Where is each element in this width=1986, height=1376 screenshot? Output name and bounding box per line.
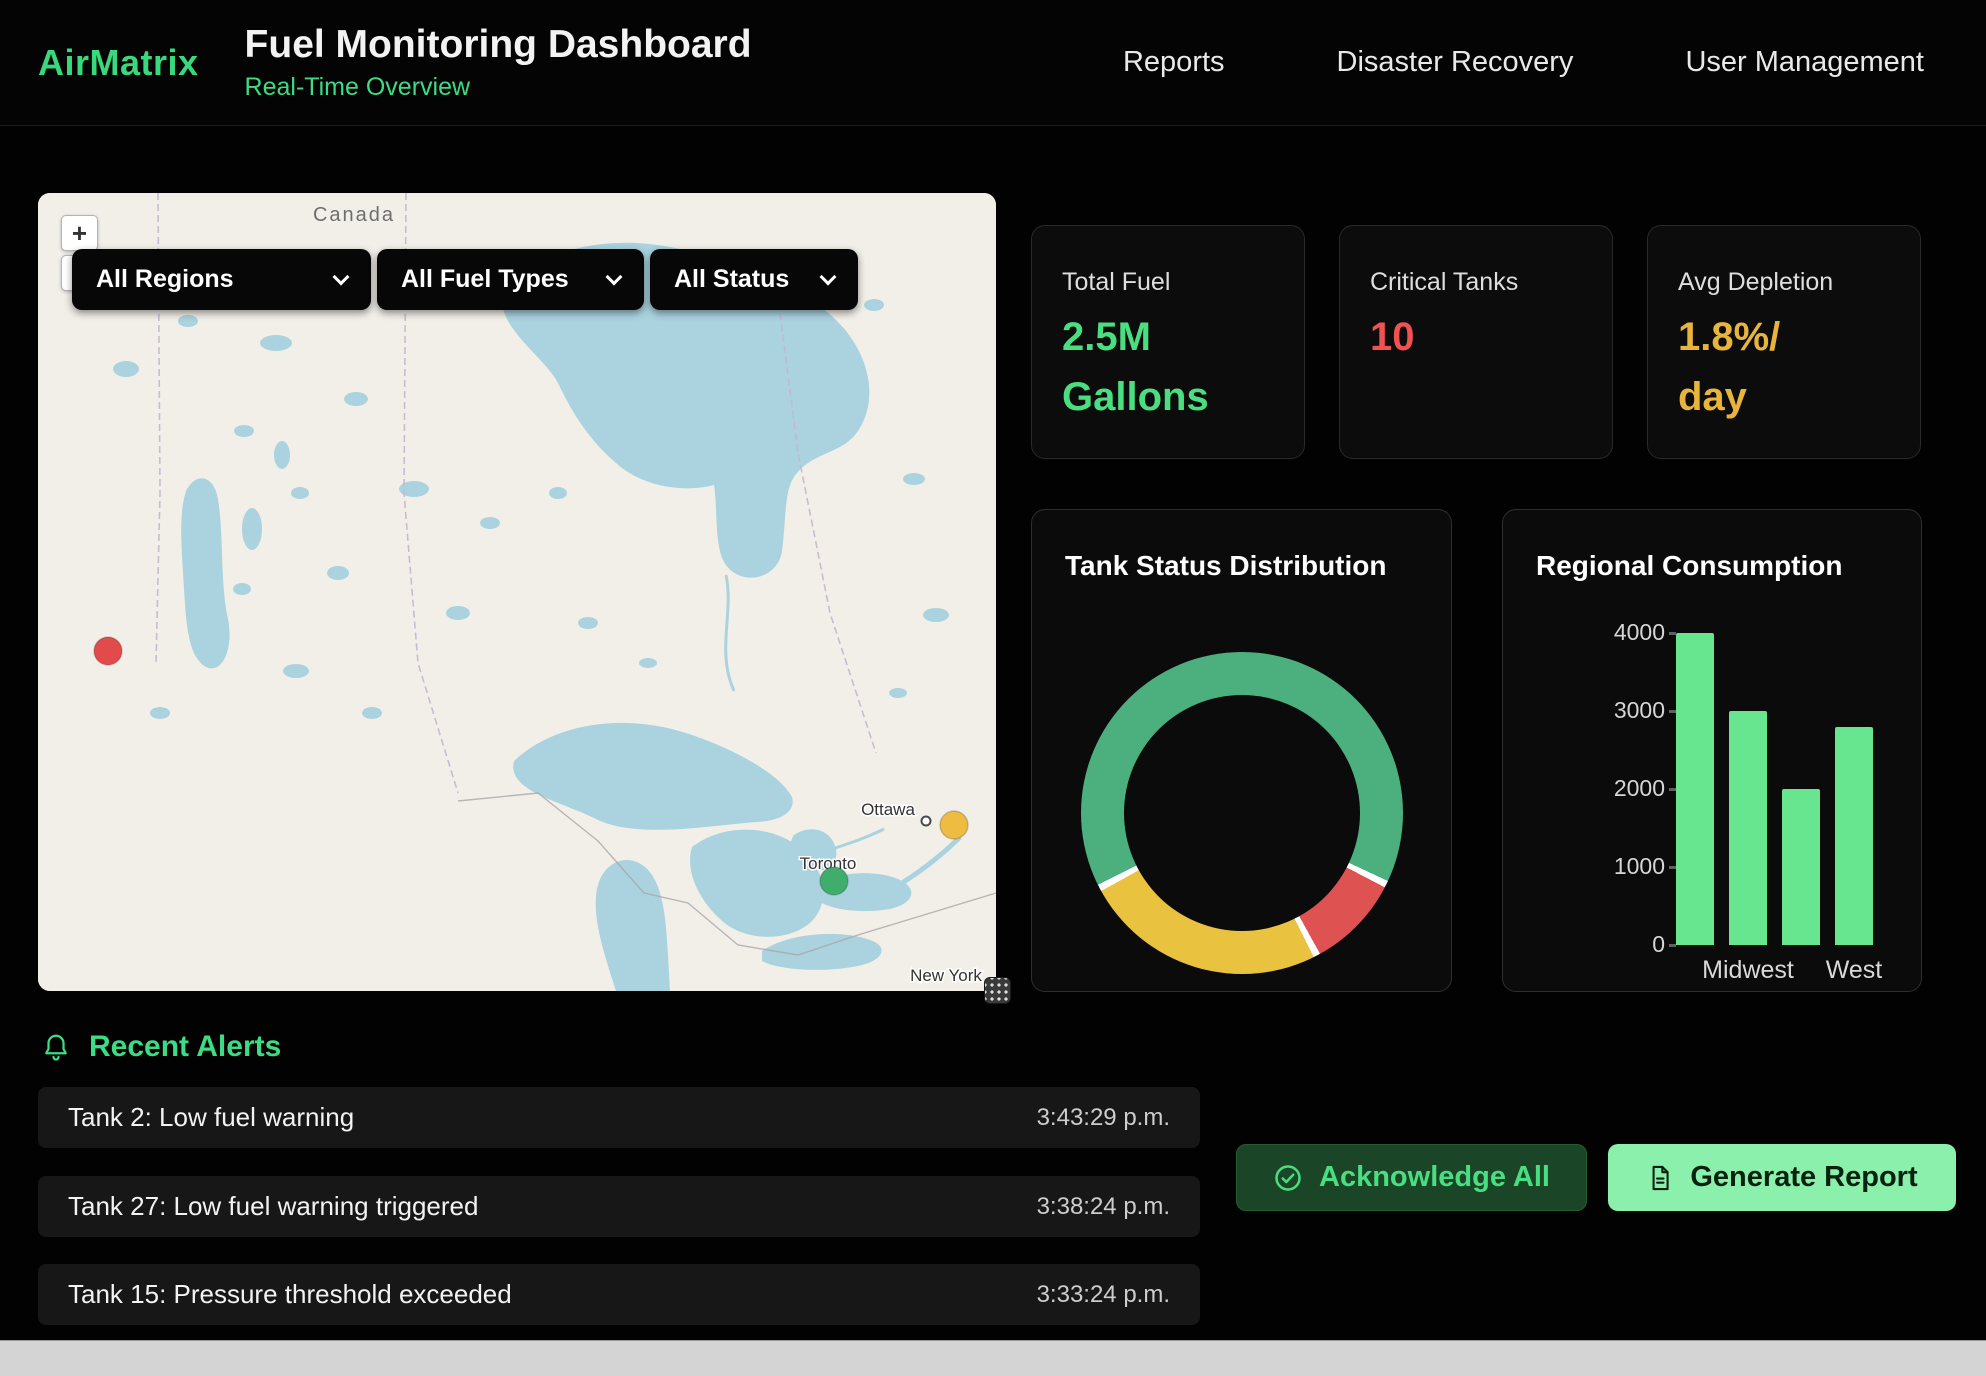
x-tick-label: West xyxy=(1809,956,1899,985)
app-header: AirMatrix Fuel Monitoring Dashboard Real… xyxy=(0,0,1986,126)
check-circle-icon xyxy=(1273,1163,1303,1193)
tank-status-panel: Tank Status Distribution xyxy=(1031,509,1452,992)
stat-value: 1.8%/ day xyxy=(1678,307,1890,427)
page-subtitle: Real-Time Overview xyxy=(245,73,752,102)
map-label-new-york: New York xyxy=(910,966,982,985)
alert-message: Tank 27: Low fuel warning triggered xyxy=(68,1191,478,1222)
filter-fuel-types-select[interactable]: All Fuel Types xyxy=(377,249,644,310)
chevron-down-icon xyxy=(333,268,350,285)
fuel-map[interactable]: Canada Ottawa Toronto New York + − All R… xyxy=(38,193,996,991)
y-tick-label: 4000 xyxy=(1593,619,1665,646)
y-tickmark xyxy=(1669,944,1676,947)
alert-time: 3:38:24 p.m. xyxy=(1037,1193,1170,1221)
alert-row[interactable]: Tank 15: Pressure threshold exceeded 3:3… xyxy=(38,1264,1200,1325)
y-tick-label: 0 xyxy=(1593,931,1665,958)
main-nav: Reports Disaster Recovery User Managemen… xyxy=(1123,46,1986,79)
nav-disaster-recovery[interactable]: Disaster Recovery xyxy=(1337,46,1574,79)
y-tick-label: 2000 xyxy=(1593,775,1665,802)
chevron-down-icon xyxy=(820,268,837,285)
brand-logo[interactable]: AirMatrix xyxy=(38,42,199,84)
stat-card-critical-tanks: Critical Tanks 10 xyxy=(1339,225,1613,459)
stat-value: 10 xyxy=(1370,307,1582,367)
panel-title: Regional Consumption xyxy=(1536,550,1842,582)
y-tick-label: 1000 xyxy=(1593,853,1665,880)
bar xyxy=(1729,711,1767,945)
alert-row[interactable]: Tank 27: Low fuel warning triggered 3:38… xyxy=(38,1176,1200,1237)
bar xyxy=(1676,633,1714,945)
stat-card-avg-depletion: Avg Depletion 1.8%/ day xyxy=(1647,225,1921,459)
y-tickmark xyxy=(1669,788,1676,791)
bell-icon xyxy=(41,1032,71,1062)
map-marker-yellow[interactable] xyxy=(940,811,968,839)
x-tick-label: Midwest xyxy=(1693,956,1803,985)
filter-status-select[interactable]: All Status xyxy=(650,249,858,310)
document-icon xyxy=(1646,1163,1674,1193)
zoom-in-button[interactable]: + xyxy=(61,215,98,251)
nav-user-management[interactable]: User Management xyxy=(1685,46,1924,79)
page-bottom-strip xyxy=(0,1340,1986,1376)
filter-regions-select[interactable]: All Regions xyxy=(72,249,371,310)
bar-group xyxy=(1676,633,1873,945)
alert-row[interactable]: Tank 2: Low fuel warning 3:43:29 p.m. xyxy=(38,1087,1200,1148)
map-label-canada: Canada xyxy=(313,204,395,226)
regional-consumption-panel: Regional Consumption 4000 3000 2000 1000… xyxy=(1502,509,1922,992)
recent-alerts-header: Recent Alerts xyxy=(41,1030,281,1064)
stat-card-total-fuel: Total Fuel 2.5M Gallons xyxy=(1031,225,1305,459)
nav-reports[interactable]: Reports xyxy=(1123,46,1225,79)
map-marker-green[interactable] xyxy=(820,867,848,895)
stat-label: Avg Depletion xyxy=(1678,268,1890,297)
bar xyxy=(1782,789,1820,945)
dashboard-page: AirMatrix Fuel Monitoring Dashboard Real… xyxy=(0,0,1986,1376)
y-tick-label: 3000 xyxy=(1593,697,1665,724)
filter-status-value: All Status xyxy=(674,265,789,294)
donut-hole xyxy=(1124,695,1360,931)
title-block: Fuel Monitoring Dashboard Real-Time Over… xyxy=(245,23,752,102)
alert-message: Tank 2: Low fuel warning xyxy=(68,1102,354,1133)
tank-status-donut xyxy=(1081,652,1403,974)
basemap-svg: Canada Ottawa Toronto New York xyxy=(38,193,996,991)
y-tickmark xyxy=(1669,710,1676,713)
alert-time: 3:33:24 p.m. xyxy=(1037,1281,1170,1309)
generate-report-label: Generate Report xyxy=(1690,1161,1917,1194)
alert-time: 3:43:29 p.m. xyxy=(1037,1104,1170,1132)
stat-value: 2.5M Gallons xyxy=(1062,307,1274,427)
y-tickmark xyxy=(1669,632,1676,635)
bar xyxy=(1835,727,1873,945)
ottawa-town-dot xyxy=(922,817,931,826)
acknowledge-all-label: Acknowledge All xyxy=(1319,1161,1550,1194)
y-tickmark xyxy=(1669,866,1676,869)
stat-label: Total Fuel xyxy=(1062,268,1274,297)
generate-report-button[interactable]: Generate Report xyxy=(1608,1144,1956,1211)
chevron-down-icon xyxy=(606,268,623,285)
resize-handle-icon[interactable] xyxy=(985,978,1010,1003)
map-marker-red[interactable] xyxy=(94,637,122,665)
recent-alerts-title: Recent Alerts xyxy=(89,1030,281,1064)
filter-regions-value: All Regions xyxy=(96,265,234,294)
acknowledge-all-button[interactable]: Acknowledge All xyxy=(1236,1144,1587,1211)
page-title: Fuel Monitoring Dashboard xyxy=(245,23,752,67)
map-filter-bar: All Regions All Fuel Types All Status xyxy=(72,249,858,310)
alert-message: Tank 15: Pressure threshold exceeded xyxy=(68,1279,512,1310)
filter-fuel-types-value: All Fuel Types xyxy=(401,265,569,294)
stat-label: Critical Tanks xyxy=(1370,268,1582,297)
panel-title: Tank Status Distribution xyxy=(1065,550,1387,582)
map-label-ottawa: Ottawa xyxy=(861,800,915,819)
